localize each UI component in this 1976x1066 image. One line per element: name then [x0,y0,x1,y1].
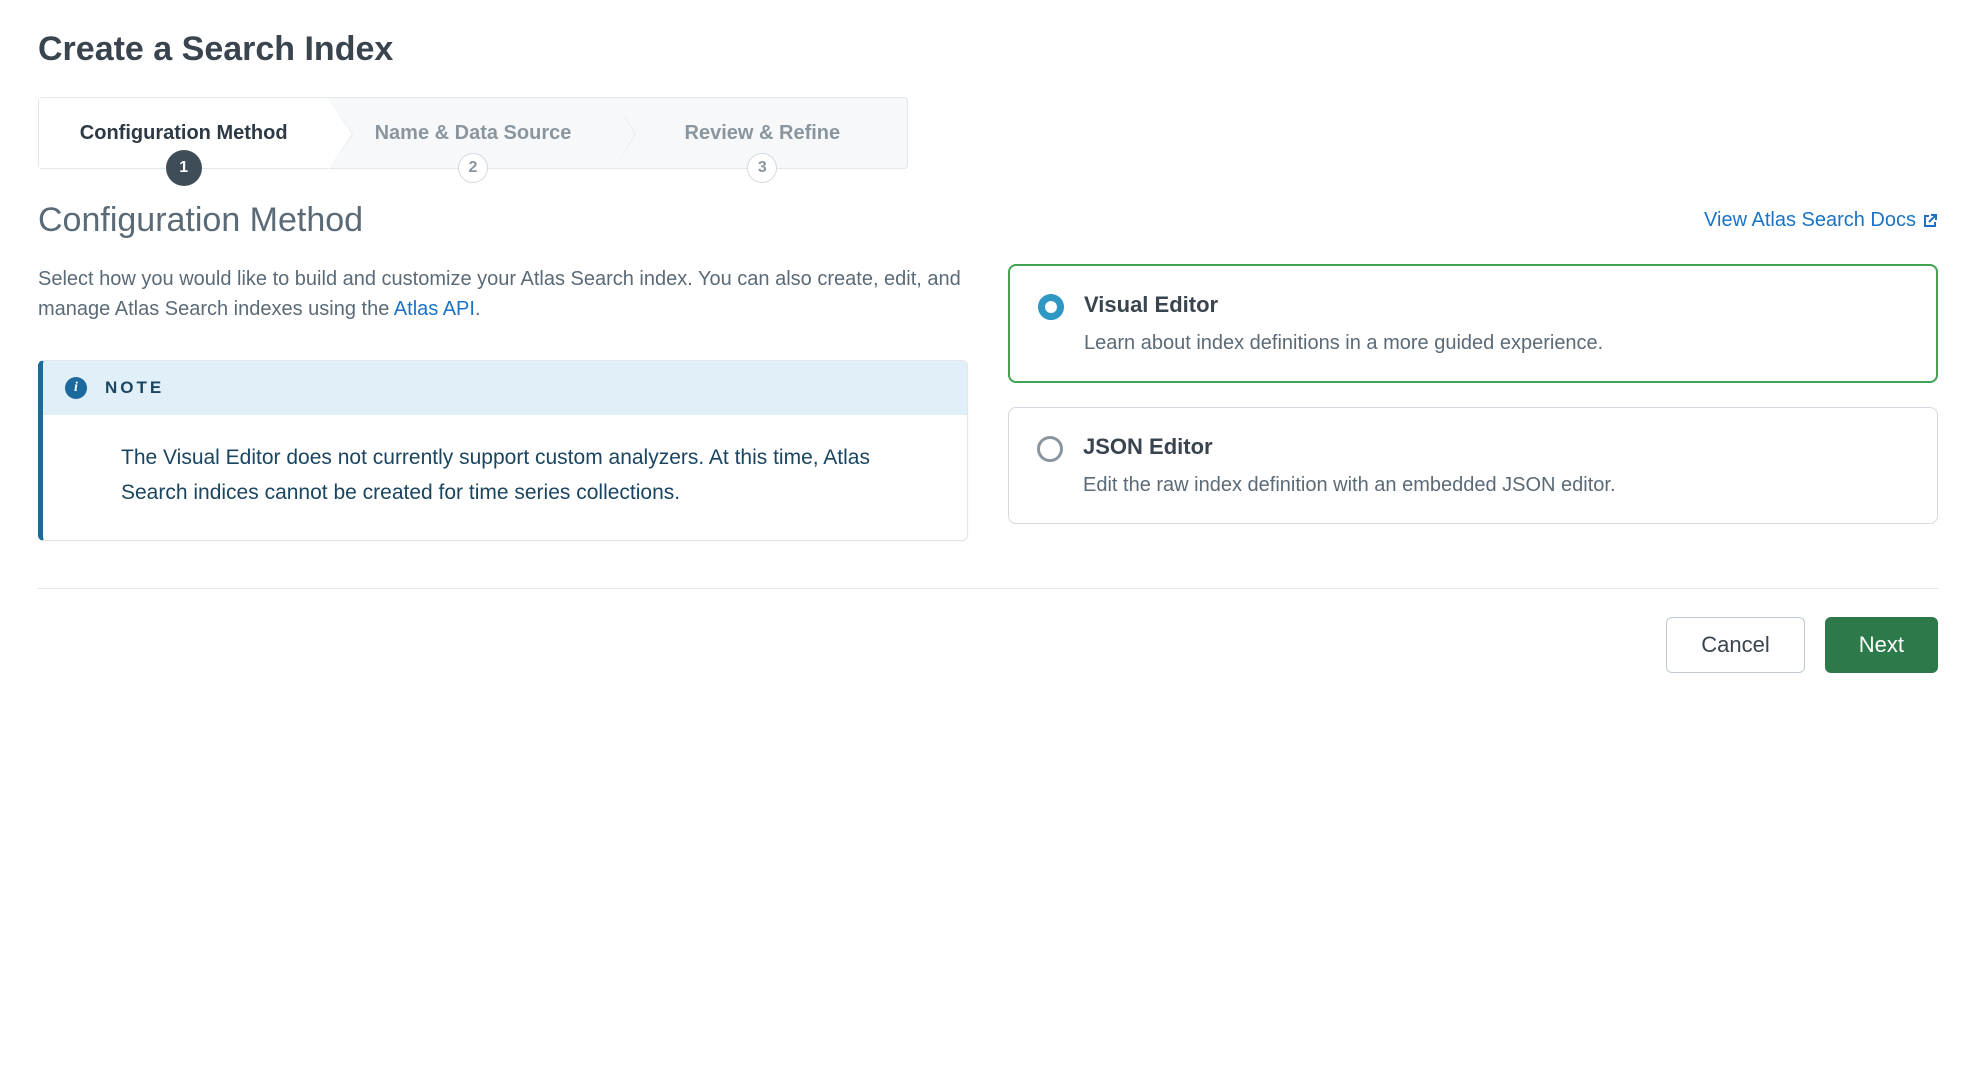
step-configuration-method[interactable]: Configuration Method 1 [39,98,328,168]
page-title: Create a Search Index [38,30,1938,69]
external-link-icon [1922,213,1938,229]
step-label: Configuration Method [80,122,288,145]
option-desc: Learn about index definitions in a more … [1084,332,1603,355]
cancel-button[interactable]: Cancel [1666,617,1804,673]
note-body: The Visual Editor does not currently sup… [43,415,967,540]
step-badge: 2 [458,153,488,183]
view-docs-link[interactable]: View Atlas Search Docs [1704,209,1938,232]
step-name-data-source[interactable]: Name & Data Source 2 [328,98,617,168]
footer: Cancel Next [38,588,1938,673]
intro-text: Select how you would like to build and c… [38,264,968,324]
note-label: NOTE [105,378,164,398]
option-title: JSON Editor [1083,434,1616,460]
option-title: Visual Editor [1084,292,1603,318]
atlas-api-link[interactable]: Atlas API [394,298,475,320]
step-label: Name & Data Source [375,122,572,145]
radio-icon [1038,294,1064,320]
step-badge: 3 [747,153,777,183]
option-json-editor[interactable]: JSON Editor Edit the raw index definitio… [1008,407,1938,524]
info-icon: i [65,377,87,399]
radio-icon [1037,436,1063,462]
option-desc: Edit the raw index definition with an em… [1083,474,1616,497]
next-button[interactable]: Next [1825,617,1938,673]
section-title: Configuration Method [38,201,363,240]
step-label: Review & Refine [685,122,841,145]
docs-link-label: View Atlas Search Docs [1704,209,1916,232]
stepper: Configuration Method 1 Name & Data Sourc… [38,97,908,169]
step-badge: 1 [166,150,202,186]
step-review-refine[interactable]: Review & Refine 3 [618,98,907,168]
note-callout: i NOTE The Visual Editor does not curren… [38,360,968,541]
option-visual-editor[interactable]: Visual Editor Learn about index definiti… [1008,264,1938,383]
